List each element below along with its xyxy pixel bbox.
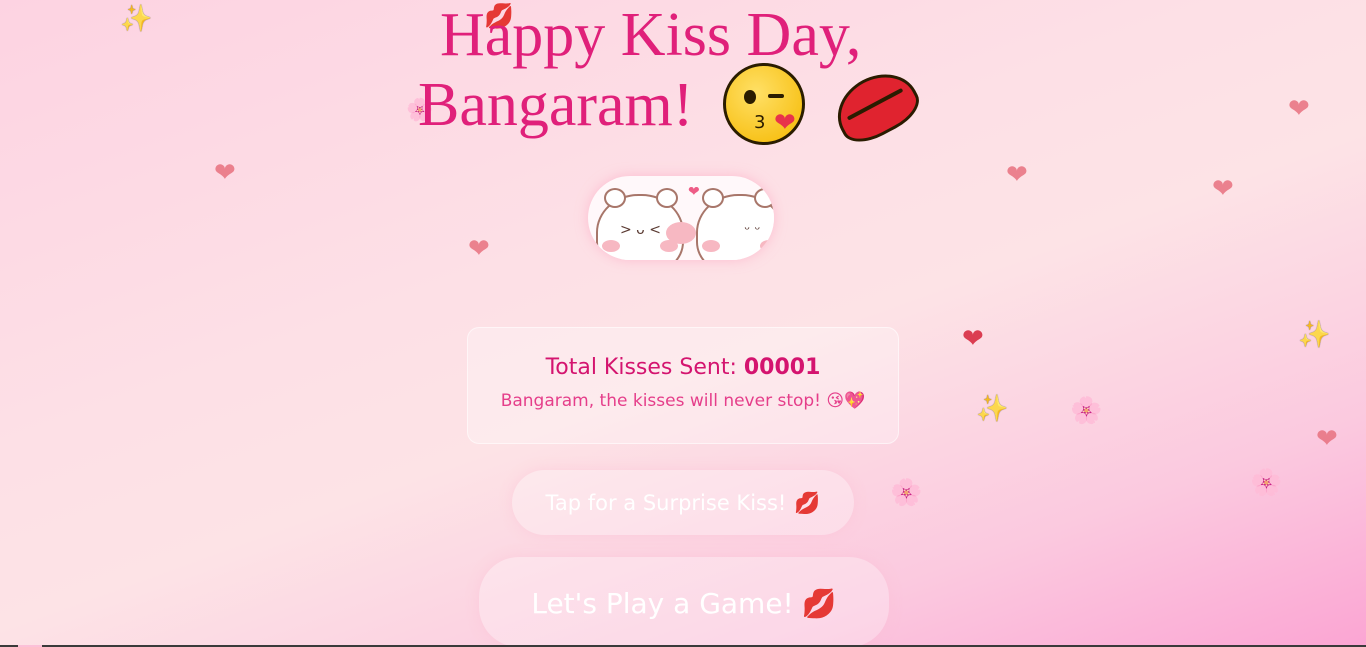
heart-icon: ❤ bbox=[1006, 160, 1028, 190]
kiss-mark-icon bbox=[825, 60, 928, 152]
heart-icon: ❤ bbox=[688, 184, 700, 200]
kiss-counter-message: Bangaram, the kisses will never stop! 😘💖 bbox=[500, 391, 866, 411]
play-game-button-label: Let's Play a Game! bbox=[531, 587, 794, 620]
heart-icon: ❤ bbox=[214, 158, 236, 188]
heart-icon: ❤ bbox=[1288, 94, 1310, 124]
sparkles-icon: ✨ bbox=[120, 4, 153, 34]
kiss-blush bbox=[666, 222, 696, 244]
kiss-counter-label: Total Kisses Sent: bbox=[545, 355, 744, 380]
title-line-2: Bangaram! 3 ❤ bbox=[418, 60, 978, 152]
heart-icon: ❤ bbox=[1212, 174, 1234, 204]
heart-icon: ❤ bbox=[962, 324, 984, 354]
kiss-counter-value: 00001 bbox=[743, 355, 821, 380]
sparkles-icon: ✨ bbox=[976, 394, 1009, 424]
surprise-kiss-button-label: Tap for a Surprise Kiss! bbox=[545, 491, 787, 515]
kissing-bears-image: > ᴗ < ᵕ ᵕ ❤ bbox=[588, 176, 774, 260]
kiss-mark-icon: 💋 bbox=[794, 491, 821, 515]
heart-icon: ❤ bbox=[468, 234, 490, 264]
surprise-kiss-button[interactable]: Tap for a Surprise Kiss! 💋 bbox=[512, 470, 854, 535]
sparkles-icon: ✨ bbox=[1298, 320, 1331, 350]
flower-icon: 🌸 bbox=[1070, 396, 1103, 426]
bear-icon: ᵕ ᵕ bbox=[696, 188, 774, 260]
kiss-counter: Total Kisses Sent: 00001 bbox=[468, 355, 898, 380]
kissing-face-icon: 3 ❤ bbox=[722, 62, 805, 145]
kiss-mark-icon: 💋 bbox=[801, 587, 837, 620]
heart-icon: ❤ bbox=[1316, 424, 1338, 454]
play-game-button[interactable]: Let's Play a Game! 💋 bbox=[479, 557, 889, 647]
flower-icon: 🌸 bbox=[890, 478, 923, 508]
title-line-1: Happy Kiss Day, bbox=[440, 1, 862, 69]
kiss-counter-card: Total Kisses Sent: 00001 Bangaram, the k… bbox=[467, 327, 899, 444]
page-title: Happy Kiss Day, Bangaram! 3 ❤ bbox=[418, 0, 978, 152]
flower-icon: 🌸 bbox=[1250, 468, 1283, 498]
title-name: Bangaram! bbox=[418, 71, 694, 139]
